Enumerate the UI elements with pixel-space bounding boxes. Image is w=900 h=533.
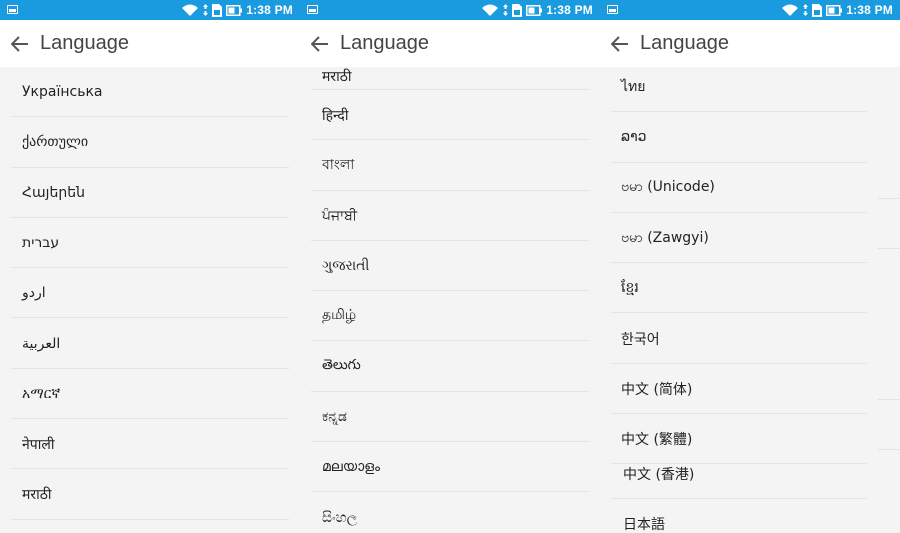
back-arrow-icon [11, 35, 28, 52]
image-notification-icon [307, 5, 318, 14]
language-item[interactable]: Українська [0, 67, 300, 118]
app-bar: Language [0, 20, 300, 67]
clock: 1:38 PM [246, 3, 293, 17]
language-screen-2: 1:38 PM Language मराठी हिन्दी বাংলা ਪੰਜਾ… [300, 0, 600, 533]
language-screen-1: 1:38 PM Language Українська ქართული Հայե… [0, 0, 300, 533]
language-item[interactable]: ລາວ [600, 112, 900, 163]
screens-container: 1:38 PM Language Українська ქართული Հայե… [0, 0, 900, 533]
page-title: Language [340, 32, 429, 54]
language-item[interactable]: ქართული [0, 117, 300, 168]
language-item[interactable]: Հայերեն [0, 168, 300, 219]
language-item[interactable]: मराठी [0, 469, 300, 520]
language-item[interactable]: हिन्दी [300, 90, 600, 141]
back-button[interactable] [0, 20, 40, 67]
status-icons: 1:38 PM [781, 1, 893, 19]
language-item[interactable]: ខ្មែរ [600, 263, 900, 314]
language-item[interactable]: తెలుగు [300, 341, 600, 393]
language-item[interactable]: தமிழ் [300, 291, 600, 342]
back-button[interactable] [300, 20, 340, 67]
back-button[interactable] [600, 20, 640, 67]
data-arrows-icon [503, 4, 509, 16]
sim-icon [512, 3, 523, 17]
app-bar: Language [300, 20, 600, 67]
battery-icon [526, 4, 543, 16]
wifi-icon [482, 4, 499, 16]
language-item[interactable]: አማርኛ [0, 369, 300, 420]
language-item[interactable]: 日本語 [600, 499, 900, 533]
back-arrow-icon [311, 35, 328, 52]
language-item[interactable]: नेपाली [0, 419, 300, 470]
status-bar: 1:38 PM [600, 0, 900, 20]
image-notification-icon [607, 5, 618, 14]
battery-icon [226, 4, 243, 16]
battery-icon [826, 4, 843, 16]
status-icons: 1:38 PM [181, 1, 293, 19]
language-item[interactable]: ಕನ್ನಡ [300, 392, 600, 443]
language-screen-3: 1:38 PM Language ไทย ລາວ ဗမာ (Unicode) ဗ… [600, 0, 900, 533]
language-item[interactable]: עברית [0, 218, 300, 269]
language-item[interactable]: العربية [0, 318, 300, 370]
language-item[interactable]: සිංහල [300, 492, 600, 533]
language-item[interactable]: বাংলা [300, 140, 600, 191]
page-title: Language [40, 32, 129, 54]
data-arrows-icon [803, 4, 809, 16]
data-arrows-icon [203, 4, 209, 16]
status-icons: 1:38 PM [481, 1, 593, 19]
language-item-partial[interactable]: मराठी [300, 67, 600, 90]
sim-icon [812, 3, 823, 17]
language-item[interactable]: 한국어 [600, 313, 900, 365]
language-item[interactable]: اردو [0, 268, 300, 319]
language-item-dragged[interactable]: 中文 (香港) [600, 449, 900, 499]
sim-icon [212, 3, 223, 17]
language-list[interactable]: Українська ქართული Հայերեն עברית اردو ال… [0, 67, 300, 533]
language-list[interactable]: ไทย ລາວ ဗမာ (Unicode) ဗမာ (Zawgyi) ខ្មែរ… [600, 67, 900, 533]
app-bar: Language [600, 20, 900, 67]
language-item[interactable]: 中文 (简体) [600, 364, 900, 415]
language-item[interactable]: ਪੰਜਾਬੀ [300, 191, 600, 242]
wifi-icon [182, 4, 199, 16]
language-item[interactable]: മലയാളം [300, 442, 600, 493]
image-notification-icon [7, 5, 18, 14]
page-title: Language [640, 32, 729, 54]
language-item[interactable]: ไทย [600, 67, 900, 113]
clock: 1:38 PM [546, 3, 593, 17]
language-item[interactable]: ગુજરાતી [300, 241, 600, 292]
back-arrow-icon [611, 35, 628, 52]
language-list[interactable]: मराठी हिन्दी বাংলা ਪੰਜਾਬੀ ગુજરાતી தமிழ் … [300, 67, 600, 533]
status-bar: 1:38 PM [0, 0, 300, 20]
language-item[interactable]: ဗမာ (Unicode) [600, 163, 900, 214]
wifi-icon [782, 4, 799, 16]
clock: 1:38 PM [846, 3, 893, 17]
status-bar: 1:38 PM [300, 0, 600, 20]
language-item[interactable]: ဗမာ (Zawgyi) [600, 213, 900, 264]
